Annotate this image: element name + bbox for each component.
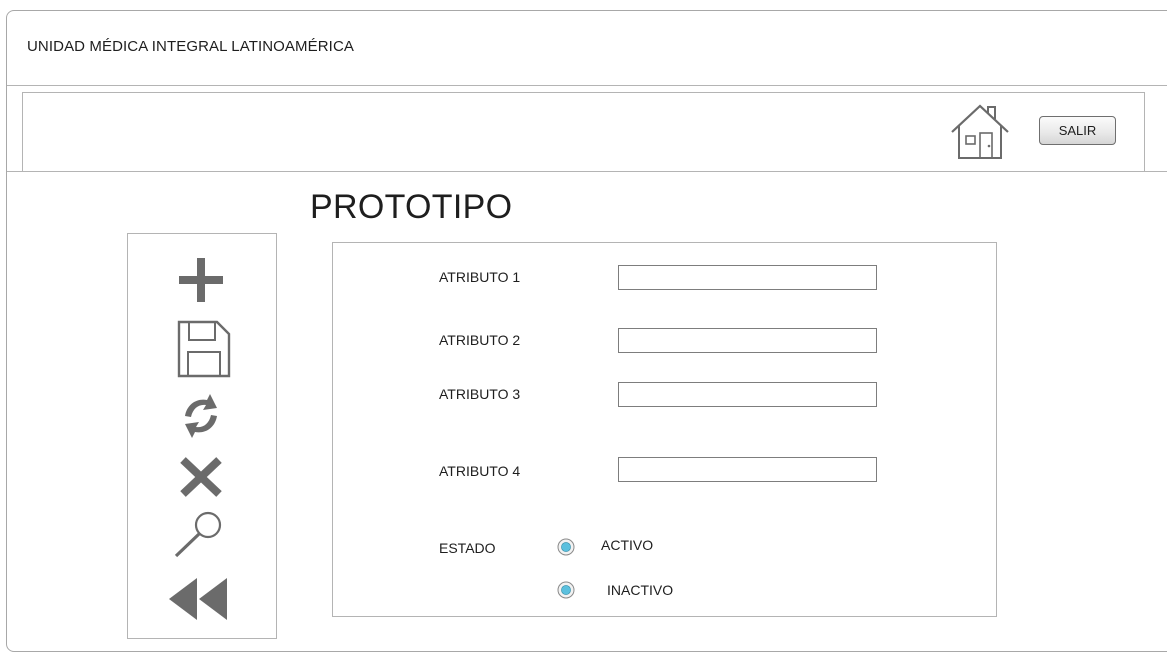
title-divider	[7, 85, 1167, 86]
delete-button[interactable]	[167, 450, 235, 504]
atributo-4-input[interactable]	[618, 457, 877, 482]
rewind-icon	[169, 578, 227, 620]
home-icon[interactable]	[949, 103, 1011, 159]
app-title: UNIDAD MÉDICA INTEGRAL LATINOAMÉRICA	[27, 38, 354, 55]
atributo-2-input[interactable]	[618, 328, 877, 353]
plus-icon	[179, 258, 223, 302]
search-button[interactable]	[167, 507, 235, 561]
field-label-atributo-2: ATRIBUTO 2	[439, 332, 521, 348]
refresh-button[interactable]	[167, 390, 235, 444]
radio-button-graphic	[557, 581, 575, 599]
radio-button-graphic	[557, 538, 575, 556]
field-label-atributo-4: ATRIBUTO 4	[439, 463, 521, 479]
home-icon-graphic	[951, 104, 1009, 159]
screen: UNIDAD MÉDICA INTEGRAL LATINOAMÉRICA SAL…	[0, 0, 1167, 657]
radio-label-activo: ACTIVO	[601, 537, 654, 553]
exit-button[interactable]: SALIR	[1039, 116, 1116, 145]
add-button[interactable]	[167, 252, 235, 306]
status-label: ESTADO	[439, 540, 496, 556]
back-button[interactable]	[167, 573, 235, 627]
atributo-3-input[interactable]	[618, 382, 877, 407]
search-icon	[174, 511, 222, 558]
page-title: PROTOTIPO	[310, 188, 513, 226]
form-panel	[332, 242, 997, 617]
radio-activo[interactable]	[557, 538, 575, 556]
refresh-icon	[185, 394, 217, 438]
field-label-atributo-1: ATRIBUTO 1	[439, 269, 521, 285]
atributo-1-input[interactable]	[618, 265, 877, 290]
radio-inactivo[interactable]	[557, 581, 575, 599]
save-button[interactable]	[167, 320, 235, 378]
toolbar-divider	[7, 171, 1167, 172]
radio-label-inactivo: INACTIVO	[607, 582, 674, 598]
close-icon	[180, 457, 222, 497]
field-label-atributo-3: ATRIBUTO 3	[439, 386, 521, 402]
floppy-disk-icon	[177, 320, 231, 378]
